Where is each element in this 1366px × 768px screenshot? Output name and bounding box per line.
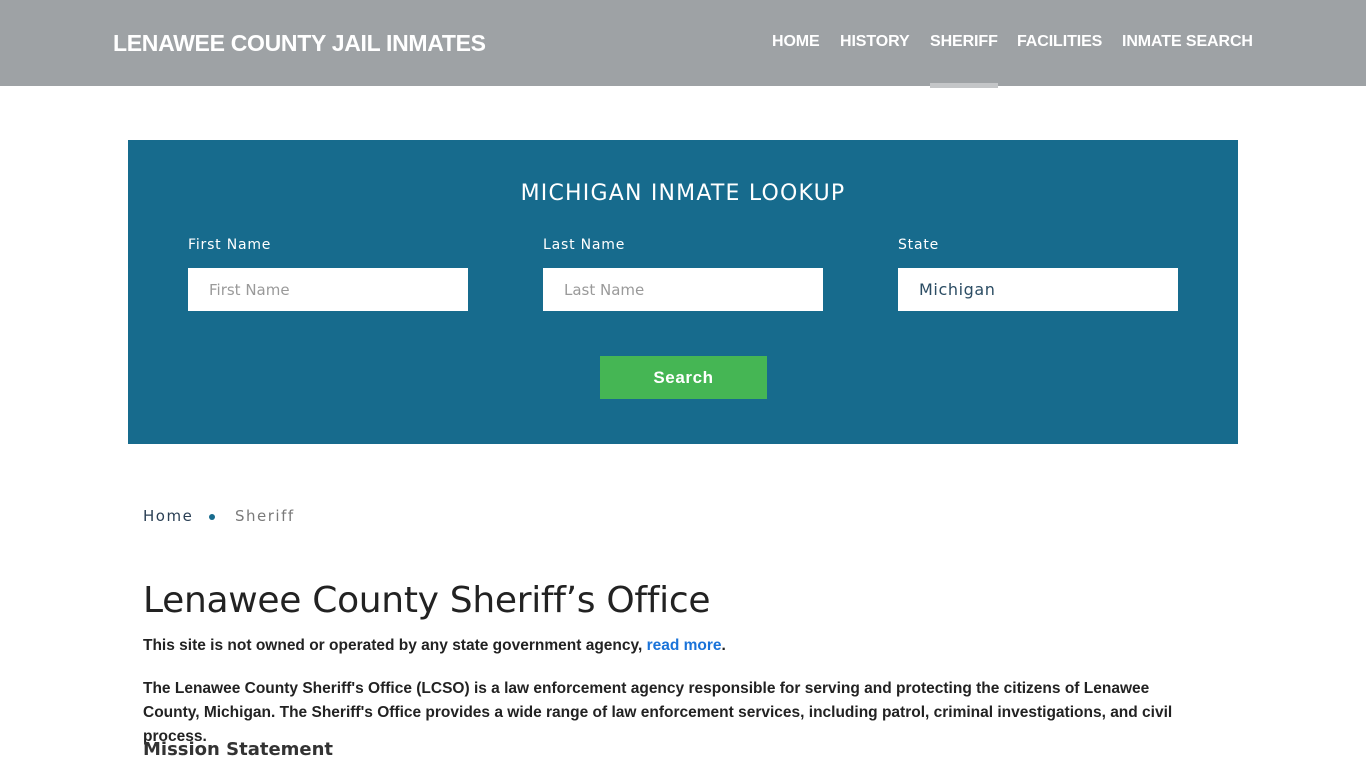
inmate-lookup-panel: MICHIGAN INMATE LOOKUP First Name Last N… bbox=[128, 140, 1238, 444]
breadcrumb-home-link[interactable]: Home bbox=[143, 507, 193, 525]
breadcrumb-current: Sheriff bbox=[235, 507, 295, 525]
nav-inmate-search[interactable]: INMATE SEARCH bbox=[1122, 33, 1253, 51]
read-more-link[interactable]: read more bbox=[647, 637, 722, 654]
nav-facilities[interactable]: FACILITIES bbox=[1017, 33, 1102, 51]
disclaimer-period: . bbox=[721, 637, 726, 654]
nav-active-indicator bbox=[930, 83, 998, 88]
first-name-label: First Name bbox=[188, 237, 272, 253]
disclaimer-text: This site is not owned or operated by an… bbox=[143, 637, 726, 655]
disclaimer-body: This site is not owned or operated by an… bbox=[143, 637, 647, 654]
mission-statement-heading: Mission Statement bbox=[143, 739, 334, 760]
state-label: State bbox=[898, 237, 940, 253]
last-name-label: Last Name bbox=[543, 237, 626, 253]
page-title: Lenawee County Sheriff’s Office bbox=[143, 580, 711, 621]
last-name-input[interactable] bbox=[543, 268, 823, 311]
nav-sheriff[interactable]: SHERIFF bbox=[930, 33, 998, 51]
breadcrumb-separator-dot-icon bbox=[209, 514, 215, 520]
state-input[interactable] bbox=[898, 268, 1178, 311]
search-button[interactable]: Search bbox=[600, 356, 767, 399]
first-name-input[interactable] bbox=[188, 268, 468, 311]
nav-history[interactable]: HISTORY bbox=[840, 33, 910, 51]
lookup-title: MICHIGAN INMATE LOOKUP bbox=[520, 181, 846, 206]
nav-home[interactable]: HOME bbox=[772, 33, 820, 51]
main-nav: HOME HISTORY SHERIFF FACILITIES INMATE S… bbox=[0, 33, 1366, 89]
site-header: LENAWEE COUNTY JAIL INMATES HOME HISTORY… bbox=[0, 0, 1366, 89]
